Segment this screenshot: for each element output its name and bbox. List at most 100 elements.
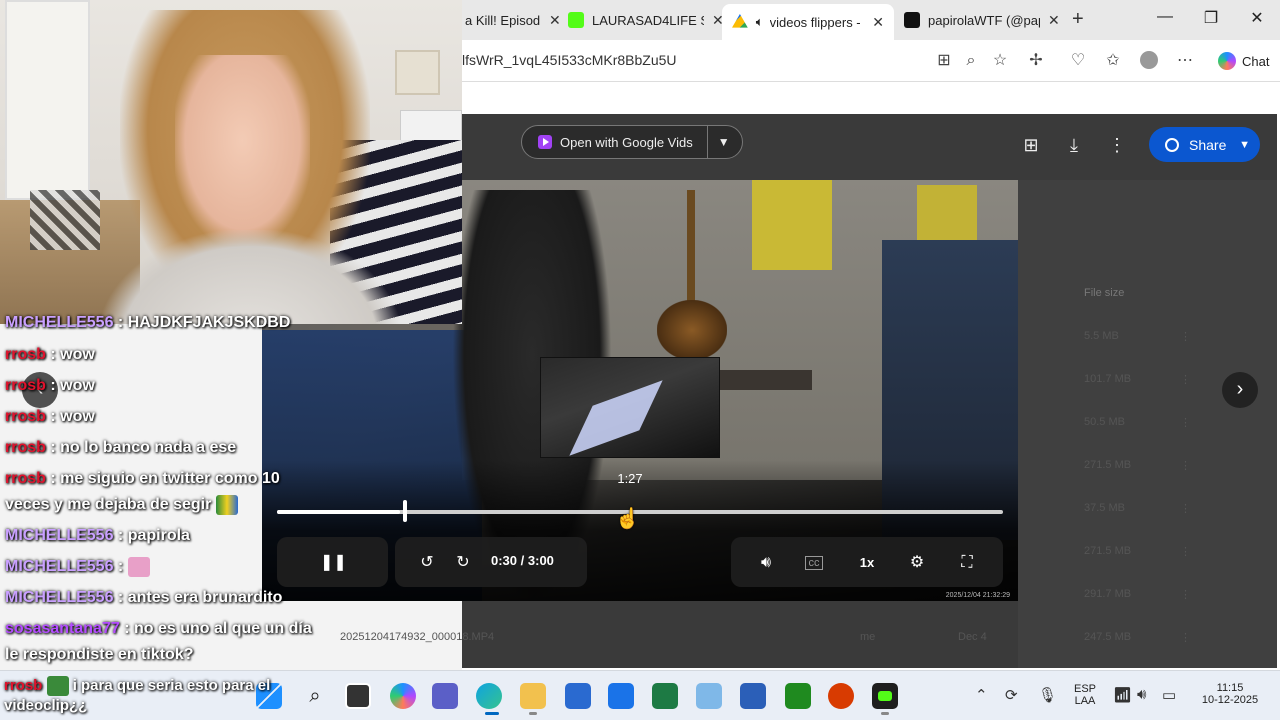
chat-username: rrosb (5, 439, 46, 456)
chat-text: : HAJDKFJAKJSKDBD (117, 314, 291, 331)
chat-message: MICHELLE556 : HAJDKFJAKJSKDBD (5, 310, 325, 336)
chat-username: rrosb (5, 470, 46, 487)
fullscreen-icon[interactable]: ⛶ (955, 551, 979, 575)
chevron-down-icon[interactable]: ▼ (718, 135, 730, 149)
playback-speed-button[interactable]: 1x (855, 551, 879, 575)
more-options-icon[interactable]: ⋯ (1175, 51, 1195, 71)
extensions-icon[interactable]: ✢ (1026, 51, 1046, 71)
google-vids-icon (538, 135, 552, 149)
profile-icon[interactable] (1139, 51, 1159, 71)
stream-chat-overlay: MICHELLE556 : HAJDKFJAKJSKDBD rrosb : wo… (0, 314, 330, 670)
photos-icon[interactable] (696, 683, 722, 709)
obs-app-icon[interactable] (872, 683, 898, 709)
input-language[interactable]: ESP LAA (1070, 683, 1100, 707)
webcam-rug (30, 190, 100, 250)
word-icon[interactable] (740, 683, 766, 709)
next-file-button[interactable]: › (1222, 372, 1258, 408)
microphone-icon[interactable]: 🎙︎ (1038, 686, 1057, 704)
mail-icon[interactable] (608, 683, 634, 709)
zoom-icon[interactable]: ⌕ (961, 51, 981, 71)
wifi-icon[interactable]: 📶︎ (1113, 686, 1132, 704)
close-window-icon[interactable]: ✕ (1242, 8, 1272, 28)
copilot-icon[interactable] (390, 683, 416, 709)
clock-date: 10-12-2025 (1201, 694, 1259, 706)
file-date: Dec 4 (958, 631, 987, 643)
speaker-icon[interactable]: 🔈︎ (756, 14, 764, 30)
chat-message: MICHELLE556 : (5, 554, 325, 580)
minimize-icon[interactable]: — (1150, 8, 1180, 26)
more-icon[interactable]: ⋮ (1106, 134, 1128, 156)
chat-message: MICHELLE556 : papirola (5, 523, 325, 549)
rewind-10-icon[interactable]: ↺ (415, 551, 439, 575)
lang-top: ESP (1073, 683, 1096, 695)
download-icon[interactable]: ⤓ (1063, 134, 1085, 156)
chat-username: MICHELLE556 (5, 527, 114, 544)
progress-bar[interactable] (277, 510, 1003, 514)
chat-text: : no es uno al que un día (124, 620, 312, 637)
chat-text: : wow (50, 377, 95, 394)
duration: / 3:00 (520, 553, 554, 568)
favorite-star-icon[interactable]: ☆ (990, 51, 1010, 71)
settings-icon[interactable]: ⚙ (905, 551, 929, 575)
emote-icon (46, 676, 69, 697)
comment-add-icon[interactable]: ⊞ (1020, 134, 1042, 156)
favorites-icon[interactable]: ✩ (1103, 51, 1123, 71)
chat-message: rrosb : wow (5, 404, 325, 430)
share-button[interactable]: Share ▼ (1149, 127, 1260, 162)
sync-icon[interactable]: ⟳ (1005, 686, 1018, 704)
chat-message: MICHELLE556 : antes era brunardito (5, 585, 325, 611)
captions-icon[interactable]: cc (805, 556, 823, 570)
url-text[interactable]: lfsWrR_1vqL45I533cMKr8BbZu5U (462, 52, 677, 68)
xbox-icon[interactable] (785, 683, 811, 709)
emote-icon (127, 556, 150, 577)
browser-essentials-icon[interactable]: ♡ (1068, 51, 1088, 71)
open-with-google-vids-button[interactable]: Open with Google Vids ▼ (521, 125, 743, 159)
emote-icon (215, 494, 238, 515)
restore-icon[interactable]: ❐ (1196, 8, 1226, 28)
excel-icon[interactable] (652, 683, 678, 709)
clock-time: 11:15 (1216, 682, 1244, 694)
open-with-label: Open with Google Vids (560, 134, 693, 150)
chat-username: MICHELLE556 (5, 558, 114, 575)
chat-username: rrosb (5, 346, 46, 363)
chat-text: : wow (50, 408, 95, 425)
volume-icon[interactable]: 🔊︎ (754, 551, 778, 575)
store-icon[interactable] (565, 683, 591, 709)
chat-message-continued: le respondiste en tiktok? (5, 642, 325, 668)
clock[interactable]: 11:15 10-12-2025 (1190, 682, 1270, 706)
new-tab-icon[interactable]: + (1072, 8, 1084, 31)
running-indicator (529, 712, 537, 715)
share-label: Share (1189, 136, 1227, 153)
show-hidden-icons-icon[interactable]: ⌃ (975, 686, 988, 704)
file-explorer-icon[interactable] (520, 683, 546, 709)
powerpoint-icon[interactable] (828, 683, 854, 709)
chat-message: rrosb : no lo banco nada a ese (5, 435, 325, 461)
tab-videos-flippers[interactable]: 🔈︎ videos flippers - ✕ (722, 4, 894, 40)
chat-text: : papirola (117, 527, 190, 544)
drive-icon (732, 14, 748, 28)
close-icon[interactable]: ✕ (1048, 12, 1060, 29)
forward-10-icon[interactable]: ↻ (451, 551, 475, 575)
chat-text: le respondiste en tiktok? (5, 646, 194, 663)
progress-handle[interactable] (403, 500, 407, 522)
teams-icon[interactable] (432, 683, 458, 709)
app-available-icon[interactable]: ⊞ (934, 51, 954, 71)
tab-tiktok-papirola[interactable]: papirolaWTF (@papir ✕ (894, 4, 1070, 36)
chat-text: : no lo banco nada a ese (50, 439, 237, 456)
chevron-down-icon[interactable]: ▼ (1239, 139, 1250, 151)
edge-icon[interactable] (476, 683, 502, 709)
chat-text: : me siguio en twitter como 10 (50, 470, 280, 487)
tiktok-icon (904, 12, 920, 28)
lang-bottom: LAA (1074, 695, 1096, 707)
chevron-right-icon: › (1236, 378, 1244, 400)
chat-message: rrosb : wow (5, 342, 325, 368)
webcam-door (5, 0, 90, 200)
battery-icon[interactable]: ▭ (1162, 686, 1176, 704)
copilot-chat-button[interactable]: Chat (1210, 48, 1277, 74)
tab-kill-episode[interactable]: a Kill! Episod ✕ (455, 4, 571, 36)
tab-laurasad4life[interactable]: LAURASAD4LIFE Stre ✕ (558, 4, 734, 36)
task-view-icon[interactable] (345, 683, 371, 709)
close-icon[interactable]: ✕ (872, 14, 884, 31)
volume-tray-icon[interactable]: 🔊︎ (1137, 686, 1146, 703)
chat-text: : antes era brunardito (117, 589, 283, 606)
